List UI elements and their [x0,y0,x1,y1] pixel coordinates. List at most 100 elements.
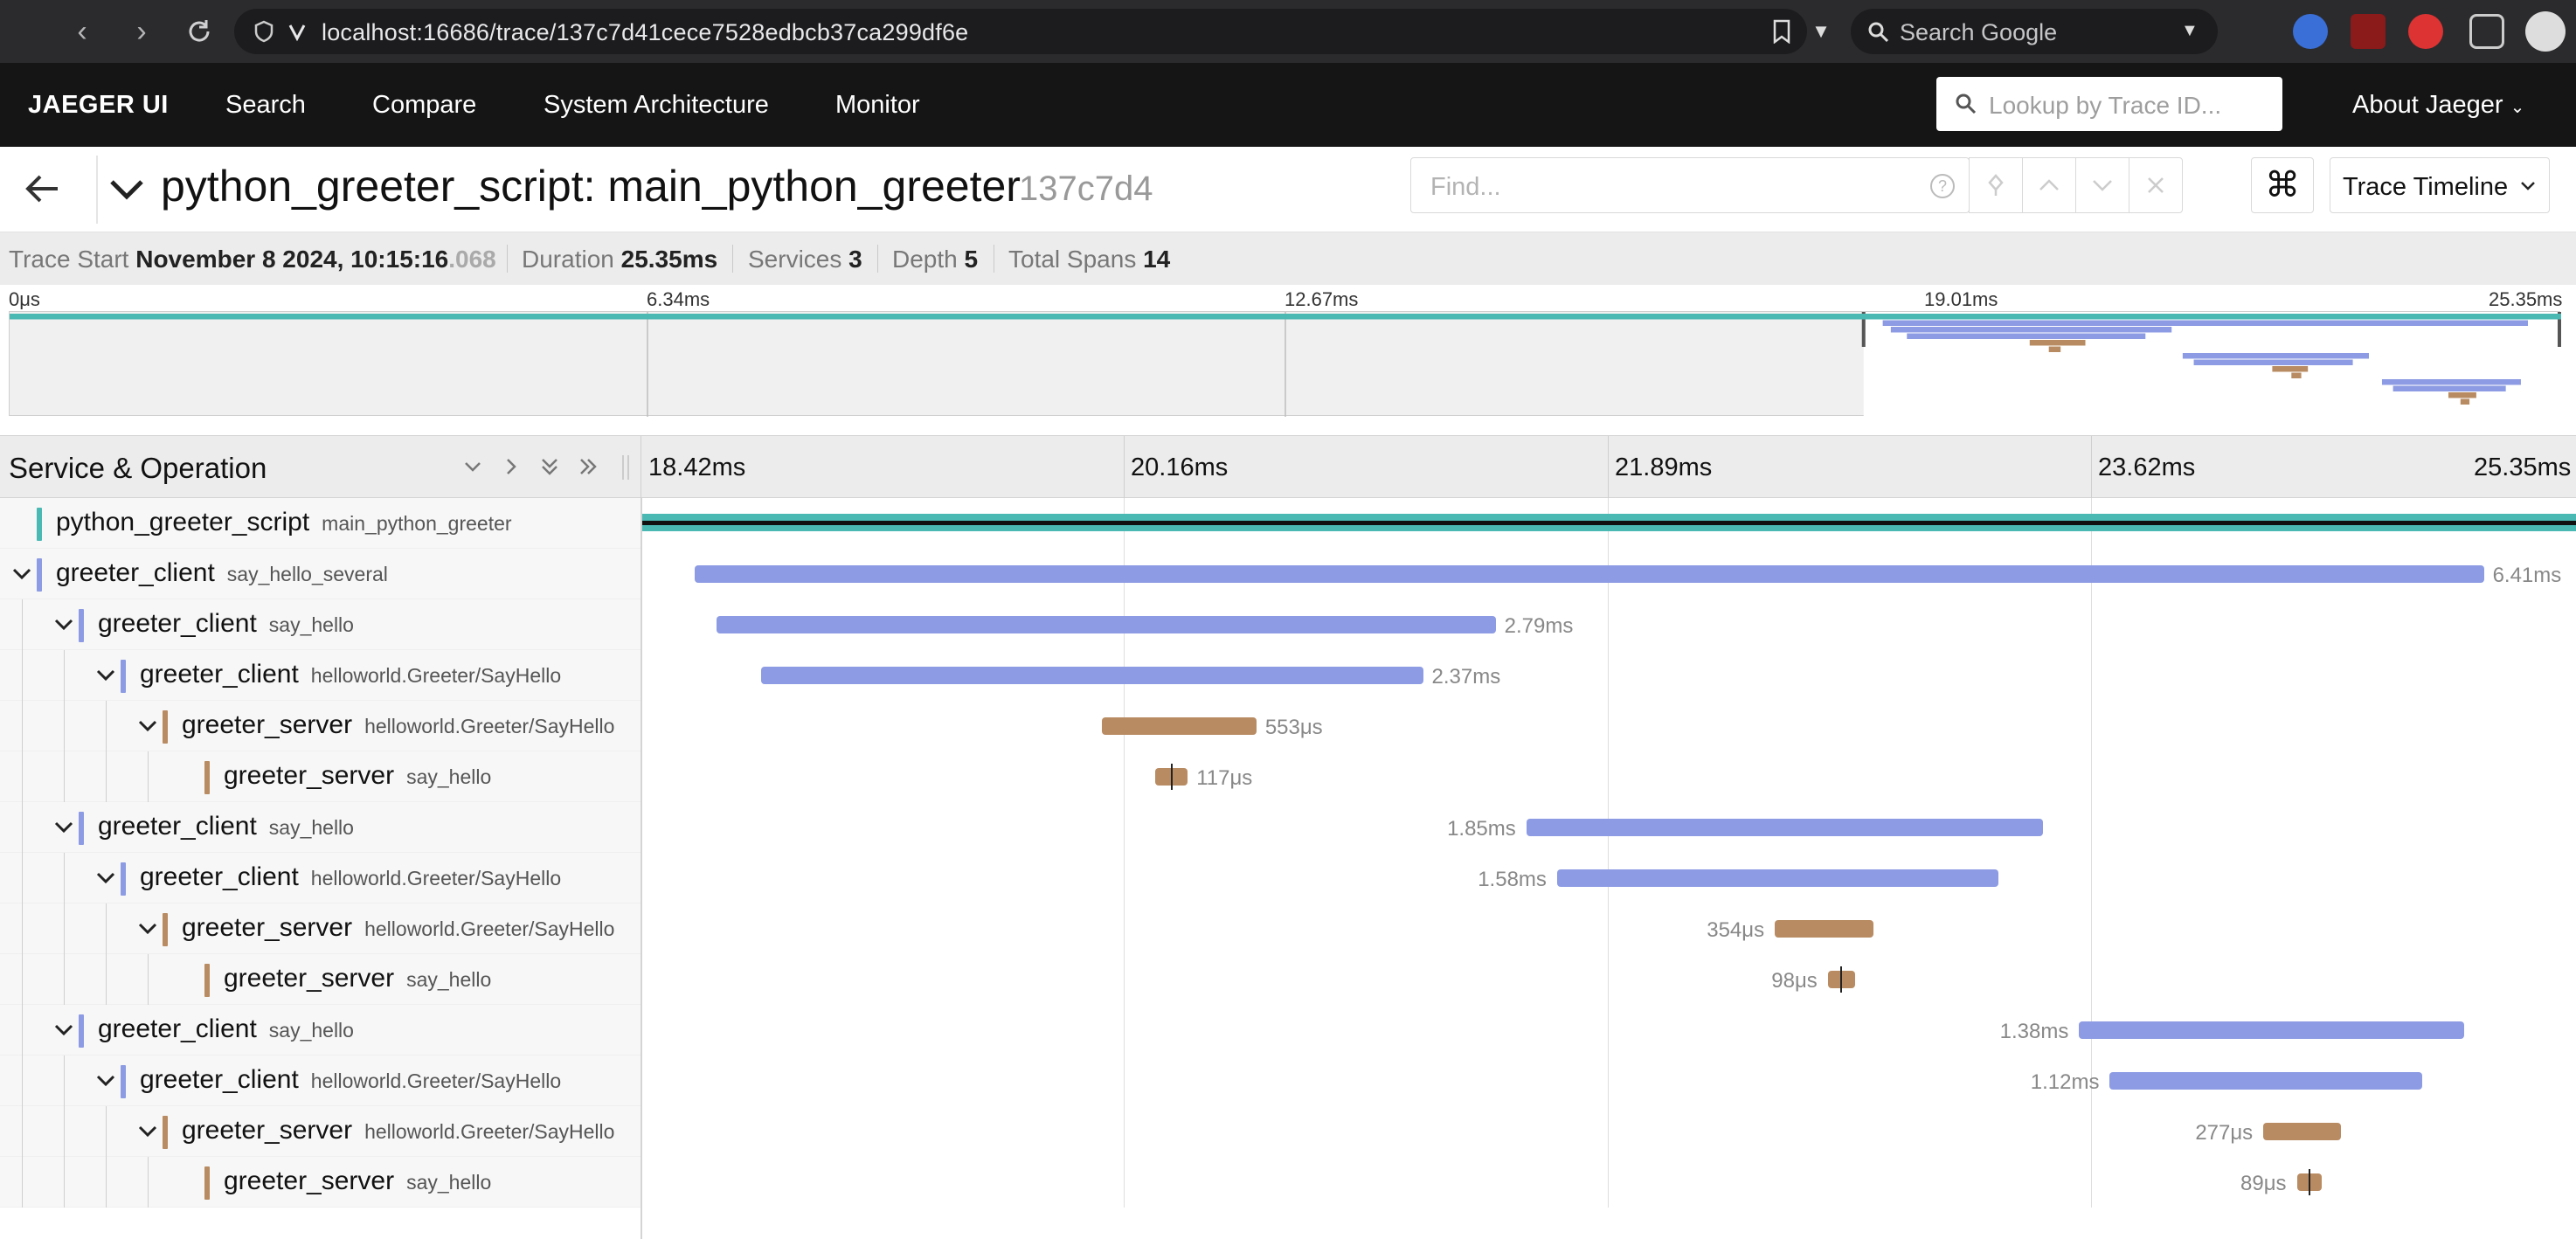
expand-chevron-icon[interactable] [135,1118,161,1145]
span-row[interactable]: greeter_client say_hello 2.79ms [0,599,2576,650]
span-row[interactable]: greeter_client say_hello 1.85ms [0,802,2576,853]
clear-find-icon[interactable] [2129,157,2183,213]
span-row[interactable]: greeter_server helloworld.Greeter/SayHell… [0,903,2576,954]
reload-icon[interactable] [180,12,218,51]
find-input[interactable]: Find... ? [1410,157,1970,213]
span-bar[interactable] [761,667,1423,684]
minimap-canvas[interactable] [9,311,2561,417]
column-divider[interactable] [641,498,642,1239]
span-bar[interactable] [2079,1021,2465,1039]
span-row[interactable]: greeter_server say_hello 89μs [0,1157,2576,1208]
expand-chevron-icon[interactable] [135,916,161,942]
span-name-cell[interactable]: python_greeter_script main_python_greeter [0,498,641,549]
span-service-name[interactable]: greeter_server helloworld.Greeter/SayHell… [182,710,614,740]
onepassword-icon[interactable] [2293,14,2328,49]
span-name-cell[interactable]: greeter_client say_hello [0,1005,641,1056]
nav-search[interactable]: Search [225,91,306,120]
expand-chevron-icon[interactable] [51,1017,77,1043]
nav-system-architecture[interactable]: System Architecture [544,91,769,120]
view-mode-select[interactable]: Trace Timeline [2330,157,2550,213]
expand-one-icon[interactable] [496,452,526,481]
chevron-down-icon[interactable]: ▼ [1802,12,1840,51]
span-name-cell[interactable]: greeter_server helloworld.Greeter/SayHell… [0,903,641,954]
span-service-name[interactable]: greeter_server say_hello [224,761,491,791]
span-service-name[interactable]: greeter_client helloworld.Greeter/SayHell… [140,1065,561,1095]
forward-icon[interactable]: › [122,12,161,51]
span-service-name[interactable]: python_greeter_script main_python_greeter [56,508,512,537]
span-service-name[interactable]: greeter_client say_hello [98,609,354,639]
span-service-name[interactable]: greeter_server say_hello [224,964,491,993]
expand-chevron-icon[interactable] [93,1068,119,1094]
span-name-cell[interactable]: greeter_client helloworld.Greeter/SayHell… [0,650,641,701]
expand-chevron-icon[interactable] [9,561,35,587]
span-name-cell[interactable]: greeter_server say_hello [0,1157,641,1208]
span-row[interactable]: greeter_client say_hello_several 6.41ms [0,549,2576,599]
browser-search-input[interactable]: Search Google ▼ [1851,9,2218,54]
puzzle-icon[interactable] [2469,14,2504,49]
address-bar[interactable]: localhost:16686/trace/137c7d41cece7528ed… [234,9,1807,54]
span-service-name[interactable]: greeter_client helloworld.Greeter/SayHell… [140,660,561,689]
prev-match-icon[interactable] [2022,157,2076,213]
span-row[interactable]: python_greeter_script main_python_greeter [0,498,2576,549]
back-arrow-icon[interactable] [16,164,68,213]
collapse-all-icon[interactable] [535,452,564,481]
expand-chevron-icon[interactable] [93,662,119,689]
span-name-cell[interactable]: greeter_client helloworld.Greeter/SayHell… [0,853,641,903]
span-name-cell[interactable]: greeter_client say_hello_several [0,549,641,599]
span-row[interactable]: greeter_client helloworld.Greeter/SayHell… [0,1056,2576,1106]
back-icon[interactable]: ‹ [63,12,101,51]
expand-chevron-icon[interactable] [135,713,161,739]
span-name-cell[interactable]: greeter_client say_hello [0,599,641,650]
chevron-down-icon[interactable]: ▼ [2181,21,2199,41]
span-row[interactable]: greeter_server helloworld.Greeter/SayHell… [0,701,2576,751]
span-bar[interactable] [2109,1072,2423,1090]
nav-compare[interactable]: Compare [372,91,476,120]
span-row[interactable]: greeter_server helloworld.Greeter/SayHell… [0,1106,2576,1157]
span-bar[interactable] [1775,920,1874,938]
extension-red-icon[interactable] [2408,14,2443,49]
expand-chevron-icon[interactable] [51,814,77,841]
nav-monitor[interactable]: Monitor [835,91,920,120]
profile-avatar-icon[interactable] [2525,11,2566,52]
span-name-cell[interactable]: greeter_server say_hello [0,954,641,1005]
span-bar[interactable] [2263,1123,2341,1140]
span-service-name[interactable]: greeter_server say_hello [224,1166,491,1196]
span-bar[interactable] [1526,819,2043,836]
span-row[interactable]: greeter_client helloworld.Greeter/SayHell… [0,650,2576,701]
span-row[interactable]: greeter_client say_hello 1.38ms [0,1005,2576,1056]
span-bar[interactable] [717,616,1496,633]
next-match-icon[interactable] [2075,157,2129,213]
locate-icon[interactable] [1969,157,2023,213]
jaeger-brand[interactable]: JAEGER UI [28,91,169,120]
ublock-icon[interactable] [2351,14,2386,49]
span-service-name[interactable]: greeter_client helloworld.Greeter/SayHell… [140,862,561,892]
about-jaeger-menu[interactable]: About Jaeger ⌄ [2352,91,2524,120]
bookmark-icon[interactable] [1772,19,1791,44]
span-name-cell[interactable]: greeter_server say_hello [0,751,641,802]
expand-chevron-icon[interactable] [93,865,119,891]
expand-all-icon[interactable] [573,452,603,481]
span-name-cell[interactable]: greeter_client helloworld.Greeter/SayHell… [0,1056,641,1106]
lookup-trace-input[interactable]: Lookup by Trace ID... [1936,77,2282,131]
span-row[interactable]: greeter_server say_hello 98μs [0,954,2576,1005]
span-name-cell[interactable]: greeter_client say_hello [0,802,641,853]
span-bar[interactable] [1556,869,1998,887]
span-service-name[interactable]: greeter_server helloworld.Greeter/SayHell… [182,1116,614,1146]
span-bar[interactable] [1102,717,1257,735]
expand-chevron-icon[interactable] [51,612,77,638]
keyboard-shortcuts-icon[interactable]: ⌘ [2251,157,2314,213]
help-icon[interactable]: ? [1929,172,1956,200]
span-service-name[interactable]: greeter_client say_hello [98,812,354,841]
span-name-cell[interactable]: greeter_server helloworld.Greeter/SayHell… [0,1106,641,1157]
span-name-cell[interactable]: greeter_server helloworld.Greeter/SayHell… [0,701,641,751]
span-row[interactable]: greeter_server say_hello 117μs [0,751,2576,802]
span-service-name[interactable]: greeter_server helloworld.Greeter/SayHell… [182,913,614,943]
span-service-name[interactable]: greeter_client say_hello [98,1014,354,1044]
collapse-chevron-icon[interactable] [107,164,147,213]
collapse-one-icon[interactable] [458,452,488,481]
trace-minimap[interactable]: 0μs 6.34ms 12.67ms 19.01ms 25.35ms [0,285,2576,425]
span-row[interactable]: greeter_client helloworld.Greeter/SayHell… [0,853,2576,903]
column-resize-handle[interactable] [622,455,629,480]
span-bar[interactable] [694,565,2484,583]
span-service-name[interactable]: greeter_client say_hello_several [56,558,388,588]
